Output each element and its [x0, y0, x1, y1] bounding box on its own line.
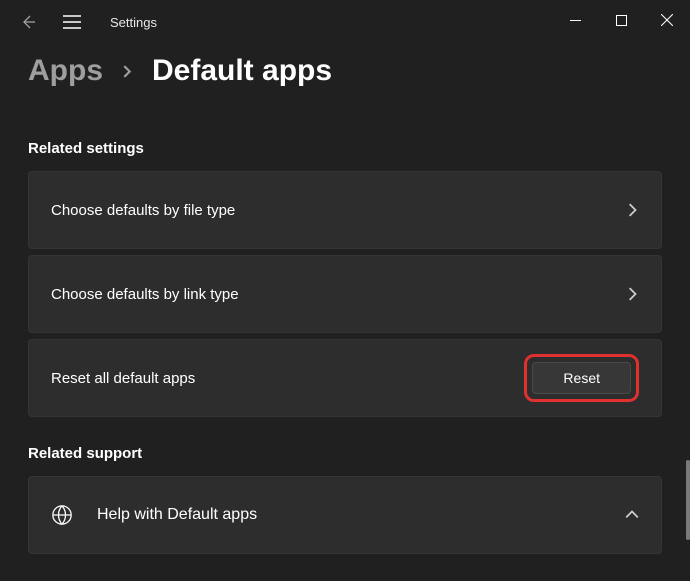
content-area: Related settings Choose defaults by file… — [0, 140, 690, 554]
chevron-right-icon — [625, 203, 639, 217]
window-title: Settings — [110, 15, 157, 30]
chevron-up-icon — [625, 508, 639, 522]
breadcrumb-parent[interactable]: Apps — [28, 54, 103, 88]
card-label: Choose defaults by link type — [51, 286, 625, 303]
close-icon — [661, 14, 673, 26]
hamburger-icon — [63, 15, 81, 29]
help-card[interactable]: Help with Default apps — [28, 476, 662, 554]
breadcrumb: Apps Default apps — [0, 44, 690, 112]
card-label: Choose defaults by file type — [51, 202, 625, 219]
card-label: Help with Default apps — [97, 506, 257, 524]
window-controls — [552, 0, 690, 40]
minimize-button[interactable] — [552, 0, 598, 40]
back-button[interactable] — [8, 2, 48, 42]
file-type-defaults-card[interactable]: Choose defaults by file type — [28, 171, 662, 249]
menu-button[interactable] — [52, 2, 92, 42]
link-type-defaults-card[interactable]: Choose defaults by link type — [28, 255, 662, 333]
maximize-button[interactable] — [598, 0, 644, 40]
highlight-annotation: Reset — [524, 354, 639, 402]
section-title-related-support: Related support — [28, 445, 662, 462]
chevron-right-icon — [121, 65, 134, 78]
arrow-left-icon — [20, 14, 36, 30]
scrollbar[interactable] — [686, 460, 690, 540]
section-title-related-settings: Related settings — [28, 140, 662, 157]
reset-button[interactable]: Reset — [532, 362, 631, 394]
reset-defaults-card: Reset all default apps Reset — [28, 339, 662, 417]
close-button[interactable] — [644, 0, 690, 40]
minimize-icon — [570, 15, 581, 26]
card-label: Reset all default apps — [51, 370, 524, 387]
chevron-right-icon — [625, 287, 639, 301]
globe-icon — [51, 504, 73, 526]
maximize-icon — [616, 15, 627, 26]
breadcrumb-current: Default apps — [152, 54, 332, 88]
